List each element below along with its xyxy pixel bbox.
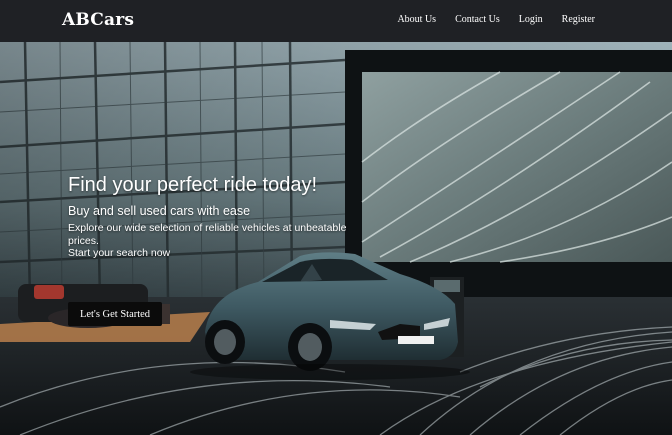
brand-logo[interactable]: ABCars (62, 10, 134, 30)
nav-links: About Us Contact Us Login Register (397, 14, 595, 25)
nav-link-contact-us[interactable]: Contact Us (455, 14, 500, 25)
hero-content: Find your perfect ride today! Buy and se… (68, 174, 368, 326)
nav-link-register[interactable]: Register (562, 14, 595, 25)
navbar: ABCars About Us Contact Us Login Registe… (0, 0, 672, 42)
hero-section: Find your perfect ride today! Buy and se… (0, 42, 672, 435)
hero-description-line-1: Explore our wide selection of reliable v… (68, 222, 347, 247)
nav-link-login[interactable]: Login (519, 14, 543, 25)
nav-link-about-us[interactable]: About Us (397, 14, 436, 25)
get-started-button[interactable]: Let's Get Started (68, 302, 162, 326)
hero-title: Find your perfect ride today! (68, 174, 318, 196)
hero-description-line-2: Start your search now (68, 247, 171, 259)
hero-subtitle: Buy and sell used cars with ease (68, 204, 251, 218)
hero-description: Explore our wide selection of reliable v… (68, 222, 368, 260)
